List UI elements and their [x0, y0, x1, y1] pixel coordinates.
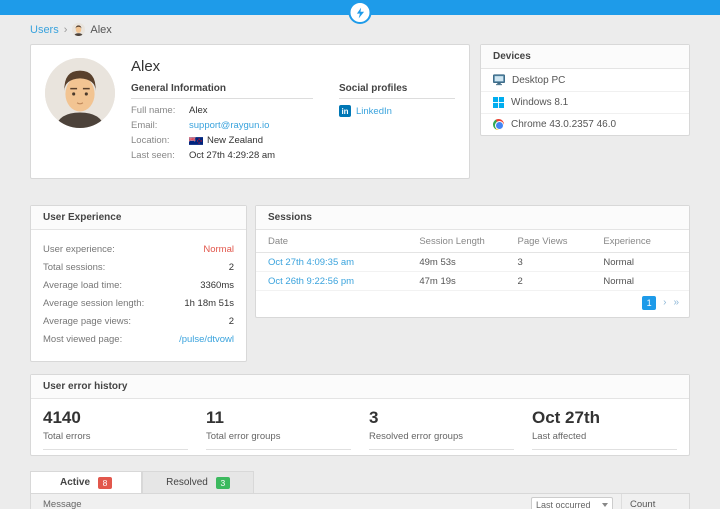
active-count-badge: 8: [98, 476, 112, 489]
error-tabs: Active 8 Resolved 3: [30, 471, 690, 493]
tab-active[interactable]: Active 8: [30, 471, 142, 493]
devices-card: Devices Desktop PC Windows 8.1 Chrome 43…: [480, 44, 690, 136]
ux-row-most-viewed: Most viewed page: /pulse/dtvowl: [43, 334, 234, 345]
breadcrumb-current: Alex: [90, 23, 112, 36]
ux-row-load-time: Average load time: 3360ms: [43, 280, 234, 291]
user-experience-title: User Experience: [31, 206, 246, 230]
user-profile-page: Users › Alex Alex General Information Fu…: [0, 0, 720, 509]
raygun-logo[interactable]: [348, 1, 372, 24]
session-row: Oct 27th 4:09:35 am 49m 53s 3 Normal: [256, 253, 689, 272]
breadcrumb-avatar: [72, 23, 86, 36]
ux-row-session-length: Average session length: 1h 18m 51s: [43, 298, 234, 309]
last-occurred-sort-dropdown[interactable]: Last occurred: [531, 497, 613, 509]
device-row-desktop: Desktop PC: [481, 69, 689, 92]
next-page-icon[interactable]: ›: [663, 298, 666, 308]
profile-name: Alex: [131, 58, 161, 75]
general-info-title: General Information: [131, 83, 313, 99]
stat-resolved-error-groups: 3 Resolved error groups: [369, 408, 514, 450]
stat-total-errors: 4140 Total errors: [43, 408, 188, 450]
page-1-button[interactable]: 1: [642, 296, 657, 310]
session-date-link[interactable]: Oct 27th 4:09:35 am: [268, 257, 354, 268]
field-location: Location: New Zealand: [131, 135, 263, 146]
user-avatar: [45, 58, 115, 128]
device-row-os: Windows 8.1: [481, 92, 689, 114]
sessions-title: Sessions: [256, 206, 689, 230]
windows-icon: [493, 97, 504, 108]
session-row: Oct 26th 9:22:56 pm 47m 19s 2 Normal: [256, 272, 689, 291]
error-table-header: Message Last occurred Count: [31, 494, 689, 509]
linkedin-icon: [339, 105, 351, 117]
sessions-table-header: Date Session Length Page Views Experienc…: [256, 230, 689, 253]
stat-total-error-groups: 11 Total error groups: [206, 408, 351, 450]
error-history-card: User error history 4140 Total errors 11 …: [30, 374, 690, 456]
session-date-link[interactable]: Oct 26th 9:22:56 pm: [268, 276, 354, 287]
field-full-name: Full name: Alex: [131, 105, 208, 116]
ux-row-page-views: Average page views: 2: [43, 316, 234, 327]
sessions-pagination: 1 › »: [256, 291, 689, 317]
ux-row-sessions: Total sessions: 2: [43, 262, 234, 273]
linkedin-row: LinkedIn: [339, 105, 455, 117]
tab-resolved[interactable]: Resolved 3: [142, 471, 254, 493]
resolved-count-badge: 3: [215, 476, 230, 489]
social-profiles-title: Social profiles: [339, 83, 455, 99]
error-history-title: User error history: [31, 375, 689, 399]
stat-last-affected: Oct 27th Last affected: [532, 408, 677, 450]
field-last-seen: Last seen: Oct 27th 4:29:28 am: [131, 150, 276, 161]
ux-row-experience: User experience: Normal: [43, 244, 234, 255]
last-page-icon[interactable]: »: [673, 298, 679, 308]
desktop-icon: [493, 74, 505, 86]
error-table: Message Last occurred Count t.getAttribu…: [30, 493, 690, 509]
breadcrumb-separator-icon: ›: [63, 23, 68, 36]
nz-flag-icon: [189, 136, 203, 145]
breadcrumb-users-link[interactable]: Users: [30, 24, 59, 36]
email-link[interactable]: support@raygun.io: [189, 120, 269, 131]
ux-experience-value: Normal: [203, 244, 234, 255]
sessions-card: Sessions Date Session Length Page Views …: [255, 205, 690, 318]
field-email: Email: support@raygun.io: [131, 120, 270, 131]
device-row-browser: Chrome 43.0.2357 46.0: [481, 114, 689, 135]
devices-title: Devices: [481, 45, 689, 69]
chrome-icon: [493, 119, 504, 130]
lightning-bolt-icon: [354, 7, 366, 19]
linkedin-link[interactable]: LinkedIn: [356, 106, 392, 117]
most-viewed-page-link[interactable]: /pulse/dtvowl: [179, 334, 234, 345]
chevron-down-icon: [602, 502, 608, 507]
user-experience-card: User Experience User experience: Normal …: [30, 205, 247, 362]
profile-card: Alex General Information Full name: Alex…: [30, 44, 470, 179]
